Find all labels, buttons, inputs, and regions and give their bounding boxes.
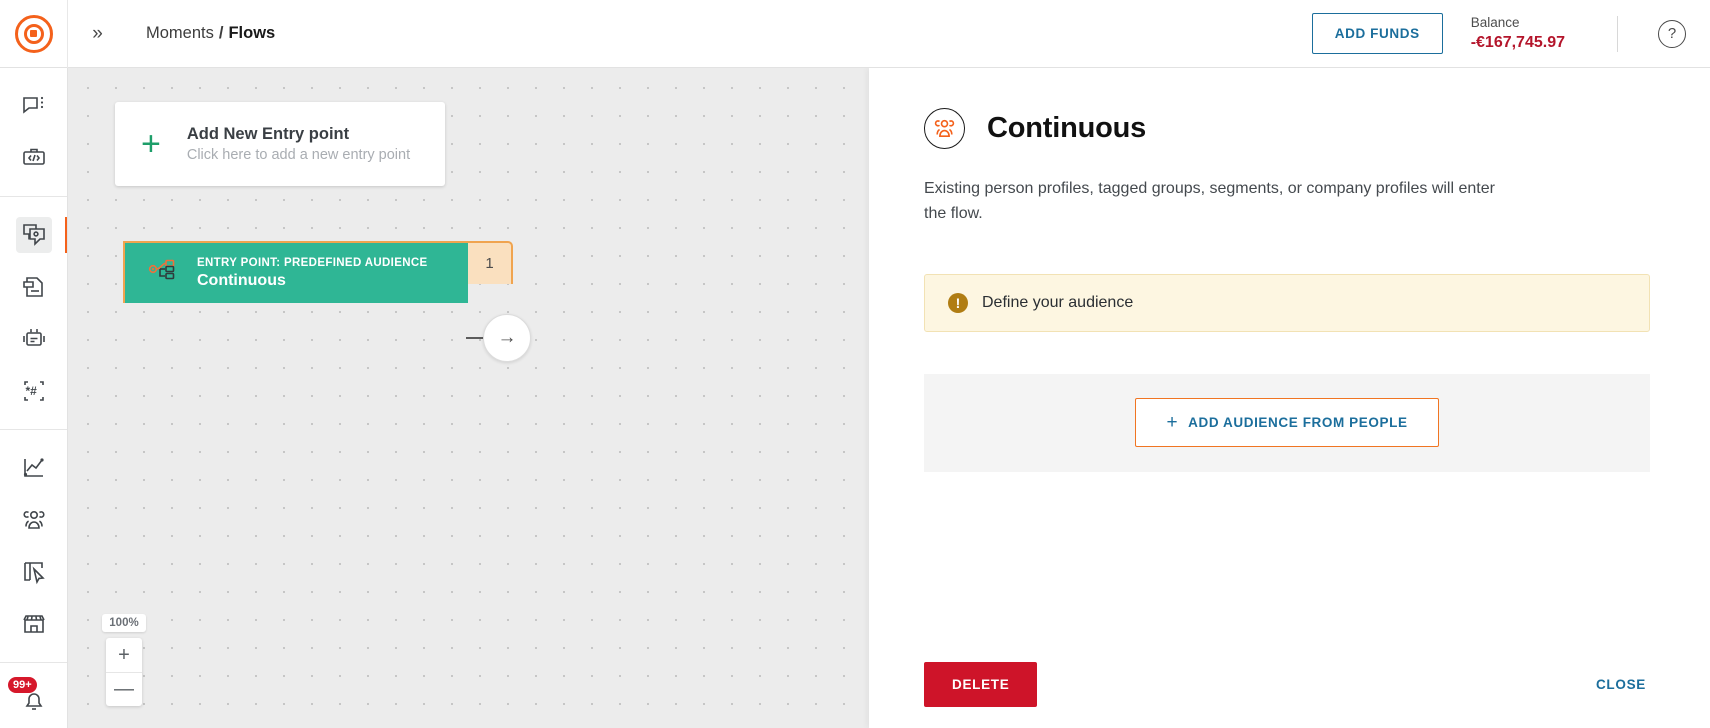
emarsys-logo-icon — [14, 14, 53, 53]
body-row: *# 99+ + Add New Entry point Click here … — [0, 68, 1710, 728]
top-bar-right: ADD FUNDS Balance -€167,745.97 ? — [1311, 0, 1710, 68]
app-root: » Moments / Flows ADD FUNDS Balance -€16… — [0, 0, 1710, 728]
storefront-icon — [16, 606, 52, 642]
code-toolbox-icon — [16, 140, 52, 176]
sidebar-item-people[interactable] — [0, 494, 67, 546]
nav-group-2: *# — [0, 196, 67, 429]
sidebar-item-tokens[interactable]: *# — [0, 365, 67, 417]
add-audience-from-people-button[interactable]: + ADD AUDIENCE FROM PEOPLE — [1135, 398, 1439, 448]
add-new-entry-point-card[interactable]: + Add New Entry point Click here to add … — [115, 102, 445, 186]
define-audience-alert: ! Define your audience — [924, 273, 1650, 332]
sidebar-item-messages[interactable] — [0, 80, 67, 132]
entry-point-detail-panel: Continuous Existing person profiles, tag… — [869, 68, 1710, 728]
sidebar-item-analytics[interactable] — [0, 442, 67, 494]
panel-body: Continuous Existing person profiles, tag… — [869, 68, 1710, 640]
line-chart-icon — [16, 450, 52, 486]
breadcrumb-current: Flows — [228, 24, 276, 42]
add-audience-label: ADD AUDIENCE FROM PEOPLE — [1188, 415, 1408, 431]
svg-text:*#: *# — [25, 384, 37, 398]
zoom-in-button[interactable]: + — [106, 638, 142, 672]
add-next-step-button[interactable]: → — [483, 314, 531, 362]
panel-header: Continuous — [924, 108, 1650, 149]
balance-value: -€167,745.97 — [1470, 34, 1565, 51]
node-step-number: 1 — [468, 241, 513, 284]
breadcrumb: Moments / Flows — [146, 24, 275, 43]
app-logo[interactable] — [0, 0, 68, 68]
chevron-double-right-icon: » — [92, 22, 102, 44]
panel-footer: DELETE CLOSE — [869, 640, 1710, 728]
sidebar-item-moments[interactable] — [0, 209, 67, 261]
help-icon[interactable]: ? — [1658, 19, 1686, 48]
header-divider — [1617, 15, 1618, 52]
content-file-icon — [16, 269, 52, 305]
sidebar-item-content[interactable] — [0, 261, 67, 313]
plus-icon: + — [141, 125, 161, 163]
sidebar-item-store[interactable] — [0, 598, 67, 650]
left-nav-rail: *# 99+ — [0, 68, 68, 728]
nav-group-1 — [0, 68, 67, 196]
zoom-out-button[interactable]: — — [106, 672, 142, 706]
add-entry-title: Add New Entry point — [186, 125, 350, 143]
sidebar-item-automation[interactable] — [0, 313, 67, 365]
entry-point-flow-icon — [147, 256, 181, 290]
node-title: Continuous — [197, 271, 286, 289]
balance-label: Balance — [1470, 15, 1520, 30]
sidebar-item-reports[interactable] — [0, 546, 67, 598]
audience-selection-area: + ADD AUDIENCE FROM PEOPLE — [924, 373, 1650, 472]
top-bar: » Moments / Flows ADD FUNDS Balance -€16… — [0, 0, 1710, 68]
robot-icon — [16, 321, 52, 357]
nav-group-3 — [0, 429, 67, 662]
zoom-level-label: 100% — [102, 614, 146, 632]
nav-group-4: 99+ — [0, 662, 67, 728]
hash-asterisk-icon: *# — [16, 373, 52, 409]
panel-description: Existing person profiles, tagged groups,… — [924, 180, 1495, 222]
entry-point-node-wrapper: ENTRY POINT: PREDEFINED AUDIENCE Continu… — [123, 241, 531, 362]
panel-title: Continuous — [987, 112, 1147, 144]
people-group-icon — [16, 502, 52, 538]
alert-text: Define your audience — [982, 293, 1134, 311]
add-funds-button[interactable]: ADD FUNDS — [1311, 13, 1443, 54]
plus-icon: + — [1166, 412, 1179, 434]
people-group-circle-icon — [924, 108, 965, 149]
expand-sidebar-button[interactable]: » — [68, 0, 124, 68]
sidebar-item-developer[interactable] — [0, 132, 67, 184]
exclamation-icon: ! — [948, 292, 968, 313]
node-kicker: ENTRY POINT: PREDEFINED AUDIENCE — [197, 256, 428, 269]
report-cursor-icon — [16, 554, 52, 590]
flow-canvas[interactable]: + Add New Entry point Click here to add … — [68, 68, 869, 728]
canvas-zoom-controls: 100% + — — [102, 614, 146, 706]
breadcrumb-parent[interactable]: Moments — [146, 24, 214, 43]
delete-button[interactable]: DELETE — [924, 661, 1038, 707]
notification-badge: 99+ — [8, 677, 37, 693]
balance-block: Balance -€167,745.97 — [1471, 15, 1565, 52]
close-button[interactable]: CLOSE — [1592, 667, 1650, 702]
arrow-right-icon: → — [497, 327, 517, 348]
entry-point-node[interactable]: ENTRY POINT: PREDEFINED AUDIENCE Continu… — [123, 241, 513, 303]
chat-menu-icon — [16, 88, 52, 124]
sidebar-item-notifications[interactable]: 99+ — [0, 675, 67, 727]
breadcrumb-separator: / — [218, 24, 224, 42]
layers-chat-icon — [15, 217, 52, 253]
add-entry-subtitle: Click here to add a new entry point — [186, 147, 411, 163]
